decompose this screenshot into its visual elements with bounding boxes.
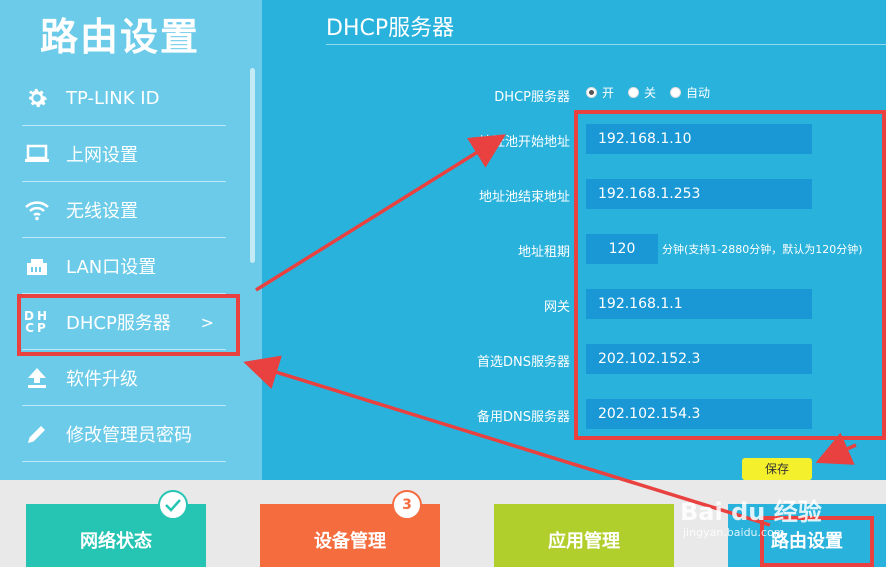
dns-secondary-input[interactable]: 202.102.154.3	[586, 399, 812, 429]
check-icon	[158, 490, 188, 520]
gateway-label: 网关	[543, 300, 570, 315]
sidebar-item-dhcp[interactable]: DHCP DHCP服务器 >	[22, 294, 226, 350]
pool-start-label: 地址池开始地址	[478, 135, 570, 150]
tile-app-management[interactable]: 应用管理	[494, 504, 674, 567]
radio-button[interactable]	[628, 87, 640, 98]
sidebar-item-label: TP-LINK ID	[66, 87, 160, 109]
sidebar-item-lan[interactable]: LAN口设置	[22, 238, 226, 294]
divider	[22, 461, 226, 462]
sidebar-item-firmware[interactable]: 软件升级	[22, 350, 226, 406]
dns-secondary-label: 备用DNS服务器	[477, 410, 570, 425]
tile-label: 设备管理	[314, 530, 386, 552]
radio-button[interactable]	[670, 87, 682, 98]
sidebar-item-label: 上网设置	[66, 145, 138, 166]
sidebar-item-label: 软件升级	[66, 369, 138, 390]
dhcp-radio-group: 开 关 自动	[586, 84, 710, 101]
tile-label: 应用管理	[548, 530, 620, 552]
radio-label: 关	[644, 86, 657, 100]
dhcp-radio-off[interactable]: 关	[628, 84, 656, 101]
pool-end-label: 地址池结束地址	[478, 190, 570, 205]
baidu-watermark-url: jingyan.baidu.com	[683, 526, 785, 539]
laptop-icon	[22, 139, 52, 169]
device-count-badge: 3	[392, 490, 422, 520]
lease-hint: 分钟(支持1-2880分钟，默认为120分钟)	[662, 243, 863, 256]
radio-label: 开	[602, 86, 615, 100]
tile-network-status[interactable]: 网络状态	[26, 490, 206, 567]
sidebar-item-label: 无线设置	[66, 201, 138, 222]
sidebar-scrollbar[interactable]	[250, 68, 255, 263]
sidebar-item-label: 修改管理员密码	[66, 425, 192, 446]
sidebar-item-label: LAN口设置	[66, 257, 157, 278]
pool-start-input[interactable]: 192.168.1.10	[586, 124, 812, 154]
sidebar: 路由设置 TP-LINK ID 上网设置 无线设置 LAN口设置 DHCP DH…	[0, 0, 262, 480]
gear-icon	[22, 83, 52, 113]
tile-device-management[interactable]: 3 设备管理	[260, 490, 440, 567]
baidu-watermark: Bai du 经验	[680, 498, 822, 526]
sidebar-item-label: DHCP服务器	[66, 313, 171, 334]
sidebar-item-wireless[interactable]: 无线设置	[22, 182, 226, 238]
radio-button[interactable]	[586, 87, 597, 98]
gateway-input[interactable]: 192.168.1.1	[586, 289, 812, 319]
main-panel: DHCP服务器 DHCP服务器 开 关 自动 地址池开始地址 192.168.1…	[262, 0, 886, 480]
sidebar-item-password[interactable]: 修改管理员密码	[22, 406, 226, 462]
save-button[interactable]: 保存	[742, 458, 812, 480]
dhcp-radio-auto[interactable]: 自动	[670, 84, 710, 101]
page-title: DHCP服务器	[326, 16, 455, 41]
pencil-icon	[22, 419, 52, 449]
dhcp-server-label: DHCP服务器	[494, 90, 570, 105]
dhcp-radio-on[interactable]: 开	[586, 84, 614, 101]
radio-label: 自动	[686, 86, 711, 100]
wifi-icon	[22, 195, 52, 225]
lease-input[interactable]: 120	[586, 234, 658, 264]
title-divider	[326, 44, 886, 45]
sidebar-item-internet[interactable]: 上网设置	[22, 126, 226, 182]
dhcp-icon-text: DHCP	[23, 309, 50, 335]
chevron-right-icon: >	[200, 312, 214, 332]
sidebar-title: 路由设置	[40, 15, 201, 59]
dhcp-icon: DHCP	[22, 307, 52, 337]
lan-port-icon	[22, 251, 52, 281]
sidebar-item-tp-link-id[interactable]: TP-LINK ID	[22, 70, 226, 126]
pool-end-input[interactable]: 192.168.1.253	[586, 179, 812, 209]
tile-label: 网络状态	[80, 530, 152, 552]
dns-primary-label: 首选DNS服务器	[477, 355, 570, 370]
lease-label: 地址租期	[517, 245, 570, 260]
upload-icon	[22, 363, 52, 393]
dns-primary-input[interactable]: 202.102.152.3	[586, 344, 812, 374]
